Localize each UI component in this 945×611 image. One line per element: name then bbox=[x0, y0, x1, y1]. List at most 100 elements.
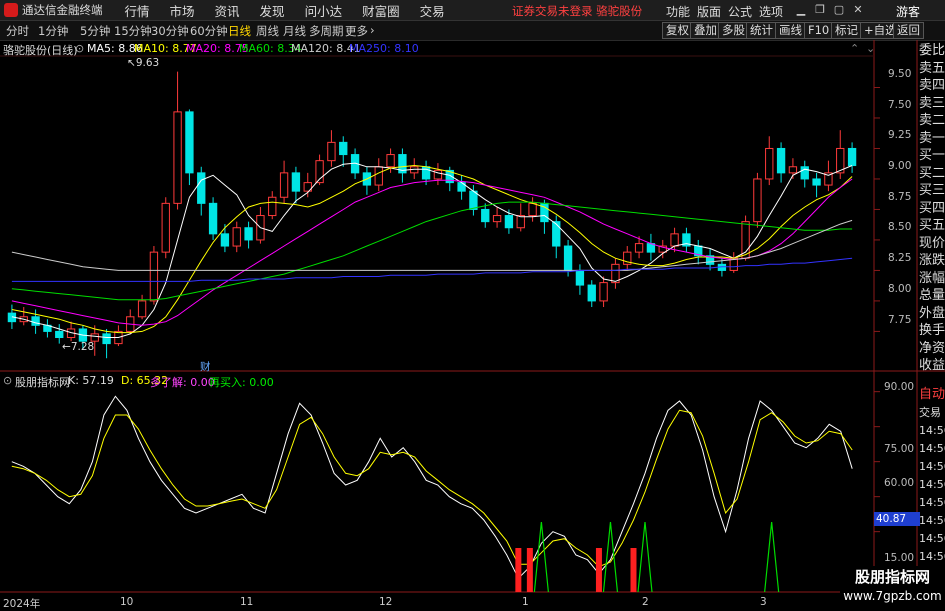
price-tick: 7.50 bbox=[888, 99, 912, 111]
candle-body bbox=[31, 316, 40, 326]
candle-body bbox=[528, 202, 537, 217]
date-tick: 10 bbox=[120, 596, 134, 608]
price-tick: 8.50 bbox=[888, 221, 912, 233]
price-tick: 8.25 bbox=[888, 252, 912, 264]
date-tick: 11 bbox=[240, 596, 254, 608]
side-panel-item: 14:56 bbox=[919, 478, 945, 491]
signal-green-spike bbox=[764, 521, 780, 593]
side-panel-item: 交易 bbox=[919, 406, 941, 419]
candle-body bbox=[634, 243, 644, 253]
price-tick: 8.00 bbox=[888, 283, 912, 295]
candle-body bbox=[492, 215, 502, 223]
signal-red-bar bbox=[526, 548, 533, 592]
candle-body bbox=[469, 190, 478, 210]
candle-body bbox=[575, 269, 585, 286]
signal-green-spike bbox=[637, 521, 653, 593]
side-panel-item: 买五 bbox=[919, 218, 945, 233]
high-price-label: ↖9.63 bbox=[127, 57, 160, 69]
candle-body bbox=[800, 166, 809, 180]
candle-body bbox=[374, 166, 383, 186]
price-tick: 9.50 bbox=[888, 68, 912, 80]
price-tick: 8.75 bbox=[888, 191, 912, 203]
finance-marker[interactable]: 财 bbox=[200, 359, 211, 374]
candle-body bbox=[161, 202, 170, 253]
quote-panel: 委比 卖五 卖四 卖三 卖二 卖一 买一 买二 买三 买四 买五 现价 涨跌 涨幅 总量 外盘 换手 净资 收益 bbox=[919, 42, 945, 375]
date-tick: 1 bbox=[522, 596, 529, 608]
candle-body bbox=[587, 284, 596, 302]
side-panel-item: 收益 bbox=[919, 358, 945, 373]
candle-body bbox=[244, 227, 253, 241]
side-panel-item: 买四 bbox=[919, 200, 945, 216]
kd-d-line bbox=[11, 409, 853, 568]
date-tick: 2 bbox=[642, 596, 649, 608]
side-panel-item: 14:56 bbox=[919, 550, 945, 563]
side-panel-item: 净资 bbox=[919, 340, 945, 356]
side-panel-item: 外盘 bbox=[919, 305, 945, 321]
candle-body bbox=[847, 147, 857, 167]
candle-body bbox=[386, 154, 395, 168]
watermark: 股朋指标网 www.7gpzb.com bbox=[840, 566, 945, 609]
candle-body bbox=[327, 141, 336, 162]
side-panel-item: 总量 bbox=[919, 288, 945, 303]
side-panel-item: 卖三 bbox=[919, 95, 945, 111]
ma-line-ma120 bbox=[11, 219, 853, 271]
side-panel-item: 14:56 bbox=[919, 424, 945, 437]
low-price-label: ←7.28 bbox=[62, 341, 95, 353]
kd-tick: 90.00 bbox=[884, 381, 915, 393]
candle-body bbox=[102, 333, 111, 345]
side-panel-item: 自动 bbox=[919, 387, 945, 402]
candle-body bbox=[339, 141, 348, 156]
candle-body bbox=[776, 147, 786, 174]
side-panel-item: 涨跌 bbox=[919, 253, 945, 268]
kd-tick: 15.00 bbox=[884, 552, 915, 564]
side-panel-item: 买二 bbox=[919, 165, 945, 181]
side-panel-item: 现价 bbox=[919, 235, 945, 251]
candle-body bbox=[55, 330, 64, 339]
side-panel-item: 买三 bbox=[919, 183, 945, 198]
side-panel-item: 买一 bbox=[919, 148, 945, 163]
date-tick: 3 bbox=[760, 596, 767, 608]
candle-body bbox=[173, 111, 182, 204]
candle-body bbox=[291, 172, 301, 192]
side-panel-item: 卖一 bbox=[919, 130, 945, 146]
kd-k-line bbox=[11, 395, 853, 580]
side-panel-item: 14:56 bbox=[919, 496, 945, 509]
candle-body bbox=[149, 251, 159, 302]
indicator-toggle-icon[interactable]: ⊙ bbox=[3, 374, 12, 387]
side-panel-item: 涨幅 bbox=[919, 270, 945, 286]
signal-red-bar bbox=[515, 548, 522, 592]
indicator-duo: 多了解: 0.00 bbox=[150, 376, 215, 389]
kd-tick: 60.00 bbox=[884, 477, 915, 489]
price-tick: 7.75 bbox=[888, 314, 912, 326]
indicator-name: 股朋指标网 bbox=[15, 376, 70, 389]
side-panel-item: 卖四 bbox=[919, 78, 945, 93]
side-panel-item: 委比 bbox=[919, 43, 945, 58]
candle-body bbox=[599, 282, 608, 302]
kd-tick: 75.00 bbox=[884, 443, 915, 455]
candle-body bbox=[563, 245, 573, 271]
side-panel-item: 换手 bbox=[919, 323, 945, 338]
candle-body bbox=[670, 233, 679, 247]
ma-line-ma60 bbox=[11, 201, 853, 301]
candle-body bbox=[765, 147, 774, 180]
candle-body bbox=[504, 215, 514, 229]
candle-body bbox=[279, 172, 289, 198]
indicator-zai: 再买入: 0.00 bbox=[209, 376, 274, 389]
date-tick: 12 bbox=[379, 596, 393, 608]
candle-body bbox=[421, 166, 431, 180]
price-tick: 9.00 bbox=[888, 160, 912, 172]
candle-body bbox=[137, 300, 147, 318]
candle-body bbox=[788, 166, 798, 174]
kline-chart[interactable] bbox=[0, 0, 945, 609]
candle-body bbox=[552, 221, 561, 247]
indicator-k: K: 57.19 bbox=[68, 374, 114, 387]
candle-body bbox=[220, 233, 230, 247]
signal-red-bar bbox=[595, 548, 602, 592]
side-panel-item: 14:56 bbox=[919, 442, 945, 455]
candle-body bbox=[516, 215, 525, 229]
candle-body bbox=[208, 202, 218, 235]
candle-body bbox=[812, 178, 821, 186]
side-panel-item: 卖二 bbox=[919, 113, 945, 128]
side-panel-item: 14:56 bbox=[919, 514, 945, 527]
candle-body bbox=[232, 227, 241, 247]
